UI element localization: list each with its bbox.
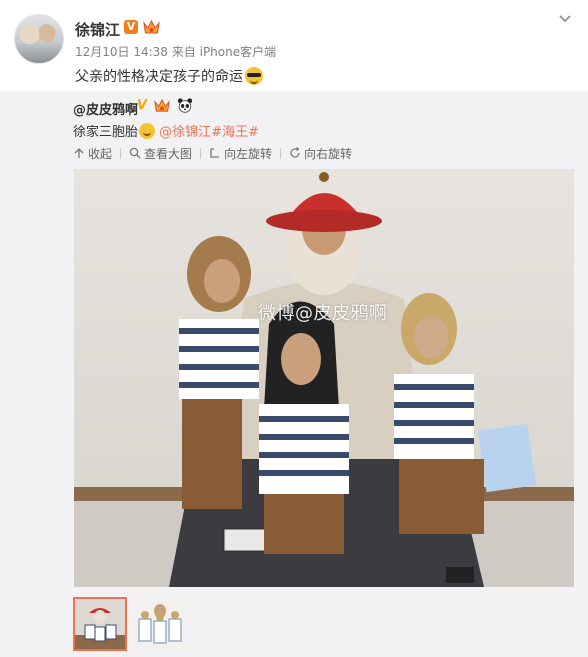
main-photo[interactable]: 微博@皮皮鸦啊	[74, 169, 574, 587]
thumbnail-1-image	[75, 599, 125, 649]
v-verified-icon: V	[124, 20, 138, 34]
rotate-right-icon	[290, 147, 300, 158]
post-source[interactable]: iPhone客户端	[200, 45, 277, 59]
smile-emoji-icon	[139, 123, 156, 139]
crown-icon	[154, 98, 170, 112]
collapse-icon	[74, 148, 84, 158]
watermark: 微博@皮皮鸦啊	[258, 303, 388, 324]
thumbnail-2-image	[133, 597, 187, 651]
chevron-down-icon[interactable]	[557, 10, 573, 26]
rotate-right-button[interactable]: 向右旋转	[289, 145, 352, 162]
hashtag-link[interactable]: #海王#	[211, 125, 259, 140]
action-divider	[120, 147, 122, 159]
search-icon	[129, 147, 141, 159]
author-name[interactable]: 徐锦江	[75, 19, 120, 40]
post-text-content: 父亲的性格决定孩子的命运	[75, 69, 243, 85]
collect-button[interactable]: 收起	[73, 145, 112, 162]
action-divider	[280, 147, 282, 159]
v-verified-icon: V	[137, 98, 148, 113]
photo-illustration	[74, 169, 574, 587]
thumbnail-2[interactable]	[133, 597, 187, 651]
author-avatar[interactable]	[14, 14, 64, 64]
thumbnail-strip	[73, 597, 193, 651]
action-divider	[200, 147, 202, 159]
cool-emoji-icon	[245, 67, 263, 85]
panda-icon	[178, 98, 193, 113]
repost-box: @皮皮鸦啊 V 徐家三胞胎 @徐锦江#海王# 收起 查看大图 向左旋转 向右旋转…	[0, 91, 588, 657]
rotate-right-label: 向右旋转	[304, 146, 353, 161]
repost-author[interactable]: @皮皮鸦啊	[73, 99, 138, 118]
rotate-left-icon	[210, 148, 220, 158]
view-large-label: 查看大图	[144, 146, 193, 161]
repost-text-prefix: 徐家三胞胎	[73, 125, 139, 140]
crown-icon	[143, 19, 160, 34]
rotate-left-button[interactable]: 向左旋转	[209, 145, 272, 162]
rotate-left-label: 向左旋转	[224, 146, 273, 161]
mention-link[interactable]: @徐锦江	[159, 125, 211, 140]
from-label: 来自	[171, 45, 196, 59]
post-time[interactable]: 12月10日 14:38	[75, 45, 168, 59]
view-large-button[interactable]: 查看大图	[129, 145, 192, 162]
weibo-post: 徐锦江 V 12月10日 14:38 来自 iPhone客户端 父亲的性格决定孩…	[0, 0, 588, 657]
repost-text: 徐家三胞胎 @徐锦江#海王#	[73, 121, 259, 140]
post-meta: 12月10日 14:38 来自 iPhone客户端	[75, 43, 276, 60]
collect-label: 收起	[88, 146, 113, 161]
repost-badges: V	[137, 98, 193, 114]
image-actions: 收起 查看大图 向左旋转 向右旋转	[73, 144, 352, 162]
post-text: 父亲的性格决定孩子的命运	[75, 66, 263, 86]
thumbnail-1[interactable]	[73, 597, 127, 651]
